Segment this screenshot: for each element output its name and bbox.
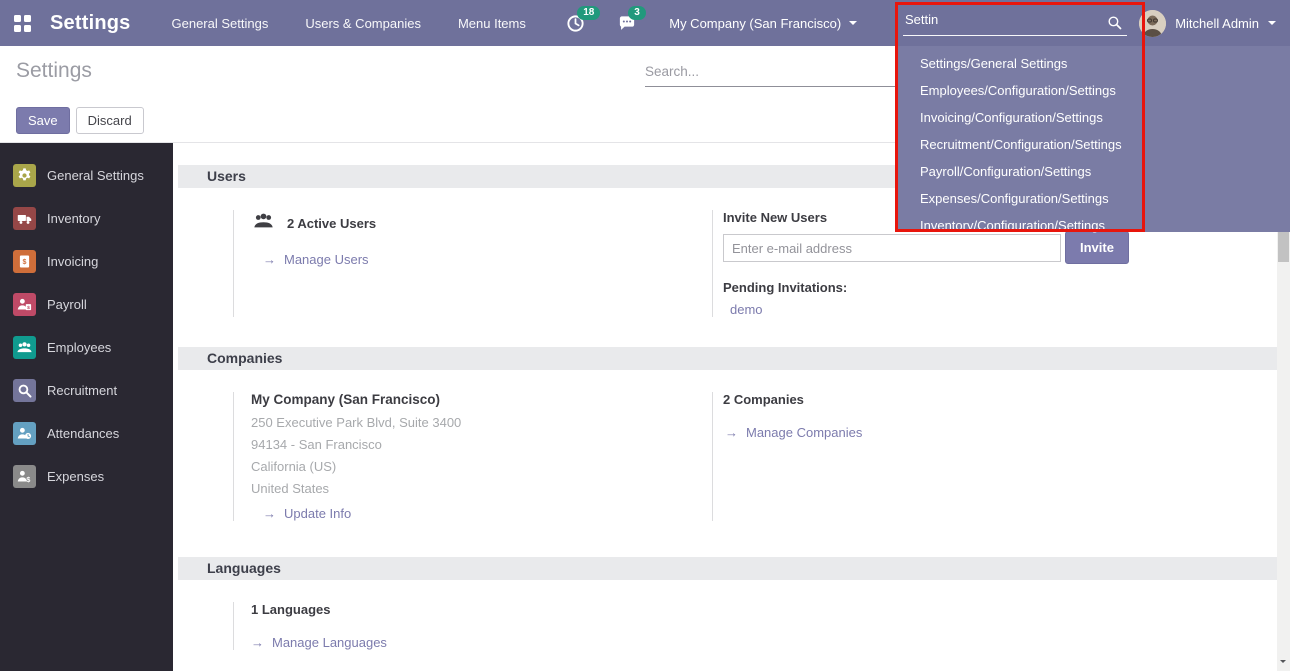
invoicing-document-icon: $ [13, 250, 36, 273]
menu-search-result-item[interactable]: Payroll/Configuration/Settings [896, 158, 1290, 185]
manage-languages-link[interactable]: → Manage Languages [251, 635, 712, 650]
sidebar-item[interactable]: General Settings [0, 154, 173, 197]
activity-clock-icon[interactable]: 18 [566, 14, 585, 33]
arrow-right-icon: → [263, 252, 276, 267]
user-name-label: Mitchell Admin [1175, 16, 1259, 31]
languages-section: 1 Languages → Manage Languages [173, 580, 1290, 660]
chevron-down-icon [849, 21, 857, 29]
action-buttons: Save Discard [16, 107, 144, 134]
sidebar-item[interactable]: $ Payroll [0, 283, 173, 326]
navbar-menu-item[interactable]: General Settings [172, 16, 269, 31]
update-info-link[interactable]: → Update Info [251, 506, 712, 521]
manage-companies-link[interactable]: → Manage Companies [723, 425, 1277, 440]
navbar-menu-item[interactable]: Menu Items [458, 16, 526, 31]
navbar-menu: General Settings Users & Companies Menu It… [172, 16, 526, 31]
arrow-right-icon: → [251, 635, 264, 650]
svg-text:$: $ [27, 305, 30, 311]
sidebar-item[interactable]: Inventory [0, 197, 173, 240]
menu-search-result-item[interactable]: Inventory/Configuration/Settings [896, 212, 1290, 239]
payroll-person-icon: $ [13, 293, 36, 316]
attendances-person-clock-icon [13, 422, 36, 445]
menu-search-result-item[interactable]: Employees/Configuration/Settings [896, 77, 1290, 104]
sidebar-item[interactable]: Attendances [0, 412, 173, 455]
menu-search-input[interactable] [903, 7, 1127, 36]
activity-count-badge: 18 [577, 6, 600, 20]
company-address-line: 94134 - San Francisco [251, 437, 712, 452]
user-menu[interactable]: Mitchell Admin [1139, 10, 1276, 37]
expenses-person-dollar-icon: $ [13, 465, 36, 488]
messages-chat-icon[interactable]: 3 [617, 14, 637, 33]
users-group-icon [251, 210, 276, 237]
app-brand-title[interactable]: Settings [50, 12, 131, 35]
company-address: 250 Executive Park Blvd, Suite 3400 94134… [251, 415, 712, 496]
company-address-line: 250 Executive Park Blvd, Suite 3400 [251, 415, 712, 430]
section-header-companies: Companies [178, 347, 1277, 370]
navbar-menu-item[interactable]: Users & Companies [305, 16, 421, 31]
sidebar-item-label: Invoicing [47, 254, 98, 269]
languages-count: 1 Languages [251, 602, 712, 617]
company-switcher-label: My Company (San Francisco) [669, 16, 841, 31]
menu-search-dropdown: Settings/General SettingsEmployees/Confi… [896, 46, 1290, 232]
manage-users-link[interactable]: → Manage Users [251, 252, 712, 267]
pending-invitation-link[interactable]: demo [723, 302, 1277, 317]
scrollbar-down-arrow-icon[interactable] [1280, 660, 1286, 666]
sidebar-item[interactable]: $ Expenses [0, 455, 173, 498]
pending-invitations-label: Pending Invitations: [723, 280, 1277, 295]
sidebar-item-label: Attendances [47, 426, 119, 441]
svg-text:$: $ [23, 258, 27, 266]
menu-search-result-item[interactable]: Expenses/Configuration/Settings [896, 185, 1290, 212]
sidebar-item[interactable]: $ Invoicing [0, 240, 173, 283]
menu-search-result-item[interactable]: Recruitment/Configuration/Settings [896, 131, 1290, 158]
employees-group-icon [13, 336, 36, 359]
companies-section: My Company (San Francisco) 250 Executive… [173, 370, 1290, 557]
sidebar-item-label: Payroll [47, 297, 87, 312]
save-button[interactable]: Save [16, 107, 70, 134]
company-name: My Company (San Francisco) [251, 392, 712, 407]
arrow-right-icon: → [263, 506, 276, 521]
settings-sidebar: General Settings Inventory $ Invoicing $… [0, 143, 173, 671]
apps-menu-icon[interactable] [14, 15, 31, 32]
active-users-count: 2 Active Users [287, 216, 376, 231]
company-address-line: California (US) [251, 459, 712, 474]
discard-button[interactable]: Discard [76, 107, 144, 134]
avatar [1139, 10, 1166, 37]
gear-icon [13, 164, 36, 187]
company-address-line: United States [251, 481, 712, 496]
svg-text:$: $ [26, 476, 30, 484]
sidebar-item-label: General Settings [47, 168, 144, 183]
sidebar-item[interactable]: Employees [0, 326, 173, 369]
section-header-languages: Languages [178, 557, 1277, 580]
menu-search-result-item[interactable]: Settings/General Settings [896, 50, 1290, 77]
sidebar-item-label: Recruitment [47, 383, 117, 398]
messages-count-badge: 3 [628, 6, 646, 20]
sidebar-item[interactable]: Recruitment [0, 369, 173, 412]
page-title: Settings [16, 59, 92, 83]
menu-search-result-item[interactable]: Invoicing/Configuration/Settings [896, 104, 1290, 131]
search-icon [1106, 14, 1123, 36]
odoo-settings-app: Settings General Settings Users & Compani… [0, 0, 1290, 671]
chevron-down-icon [1268, 21, 1276, 29]
company-switcher[interactable]: My Company (San Francisco) [669, 16, 857, 31]
arrow-right-icon: → [725, 425, 738, 440]
menu-search-box [903, 7, 1127, 36]
menu-search-results: Settings/General SettingsEmployees/Confi… [896, 46, 1290, 239]
sidebar-item-label: Employees [47, 340, 111, 355]
recruitment-magnifier-icon [13, 379, 36, 402]
sidebar-item-label: Inventory [47, 211, 100, 226]
inventory-truck-icon [13, 207, 36, 230]
sidebar-item-label: Expenses [47, 469, 104, 484]
companies-count: 2 Companies [723, 392, 1277, 407]
